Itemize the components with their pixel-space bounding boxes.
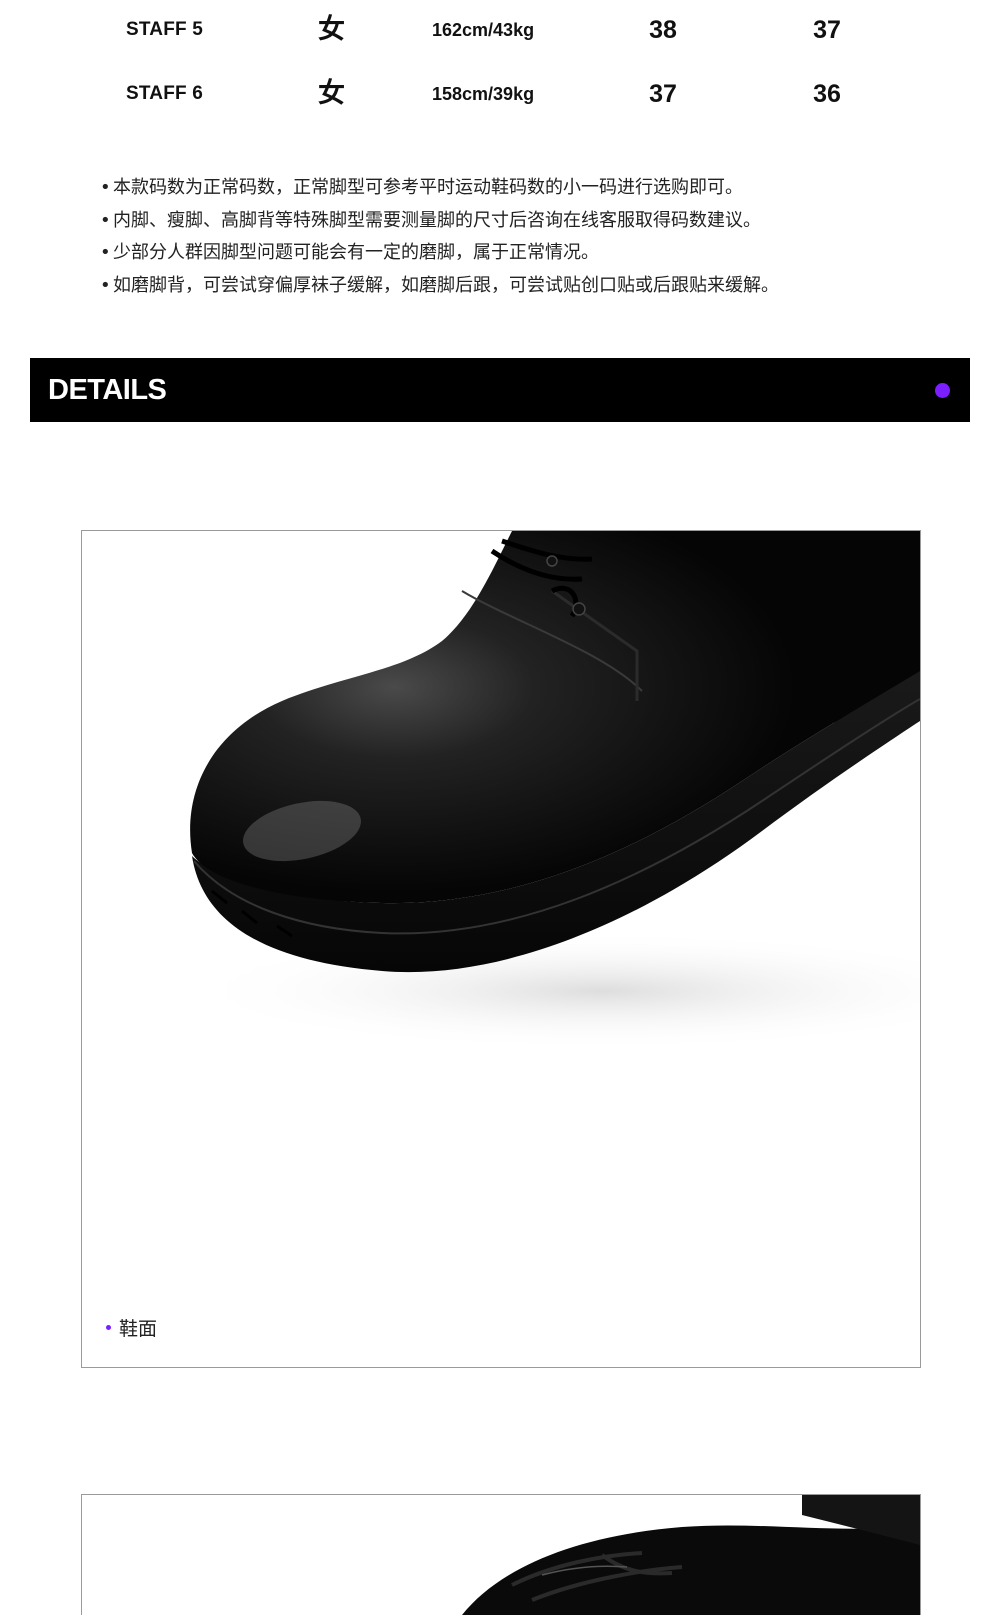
size-note: • 本款码数为正常码数，正常脚型可参考平时运动鞋码数的小一码进行选购即可。 xyxy=(100,172,940,205)
size-note-text: 本款码数为正常码数，正常脚型可参考平时运动鞋码数的小一码进行选购即可。 xyxy=(113,177,743,198)
size-note: • 少部分人群因脚型问题可能会有一定的磨脚，属于正常情况。 xyxy=(100,237,940,270)
caption-bullet-icon xyxy=(106,1325,111,1330)
bullet-dot: • xyxy=(100,209,111,231)
product-photo-laces xyxy=(81,1494,921,1615)
bullet-dot: • xyxy=(100,242,111,263)
size-table-row: STAFF 5 女 162cm/43kg 38 37 xyxy=(0,0,1000,60)
size-note-text: 如磨脚背，可尝试穿偏厚袜子缓解，如磨脚后跟，可尝试贴创口贴或后跟贴来缓解。 xyxy=(113,274,779,296)
size-table-row: STAFF 6 女 158cm/39kg 37 36 xyxy=(0,64,1000,124)
bullet-dot: • xyxy=(100,274,111,296)
size-note-text: 少部分人群因脚型问题可能会有一定的磨脚，属于正常情况。 xyxy=(113,242,599,263)
staff-shoe-size-a: 37 xyxy=(649,80,677,108)
staff-height-weight: 158cm/39kg xyxy=(432,84,535,104)
size-note: • 内脚、瘦脚、高脚背等特殊脚型需要测量脚的尺寸后咨询在线客服取得码数建议。 xyxy=(100,205,940,238)
photo-caption-text: 鞋面 xyxy=(119,1318,158,1340)
shoe-toe-illustration xyxy=(182,531,920,1051)
details-section-header: DETAILS xyxy=(30,358,970,422)
size-note-text: 内脚、瘦脚、高脚背等特殊脚型需要测量脚的尺寸后咨询在线客服取得码数建议。 xyxy=(113,209,761,231)
shoe-laces-illustration xyxy=(462,1495,920,1615)
product-photo-upper: 鞋面 xyxy=(81,530,921,1368)
staff-shoe-size-b: 36 xyxy=(813,80,841,108)
staff-height-weight: 162cm/43kg xyxy=(432,20,535,40)
photo-caption: 鞋面 xyxy=(106,1314,157,1341)
size-note: • 如磨脚背，可尝试穿偏厚袜子缓解，如磨脚后跟，可尝试贴创口贴或后跟贴来缓解。 xyxy=(100,270,940,303)
staff-name: STAFF 5 xyxy=(126,19,204,40)
staff-name: STAFF 6 xyxy=(126,83,204,104)
details-title: DETAILS xyxy=(48,374,167,406)
bullet-dot: • xyxy=(100,177,111,198)
staff-gender: 女 xyxy=(318,78,345,109)
accent-dot-icon xyxy=(935,383,950,398)
staff-shoe-size-a: 38 xyxy=(649,16,677,44)
staff-gender: 女 xyxy=(318,14,345,45)
size-notes-list: • 本款码数为正常码数，正常脚型可参考平时运动鞋码数的小一码进行选购即可。 • 内脚… xyxy=(100,172,940,302)
staff-shoe-size-b: 37 xyxy=(813,16,841,44)
